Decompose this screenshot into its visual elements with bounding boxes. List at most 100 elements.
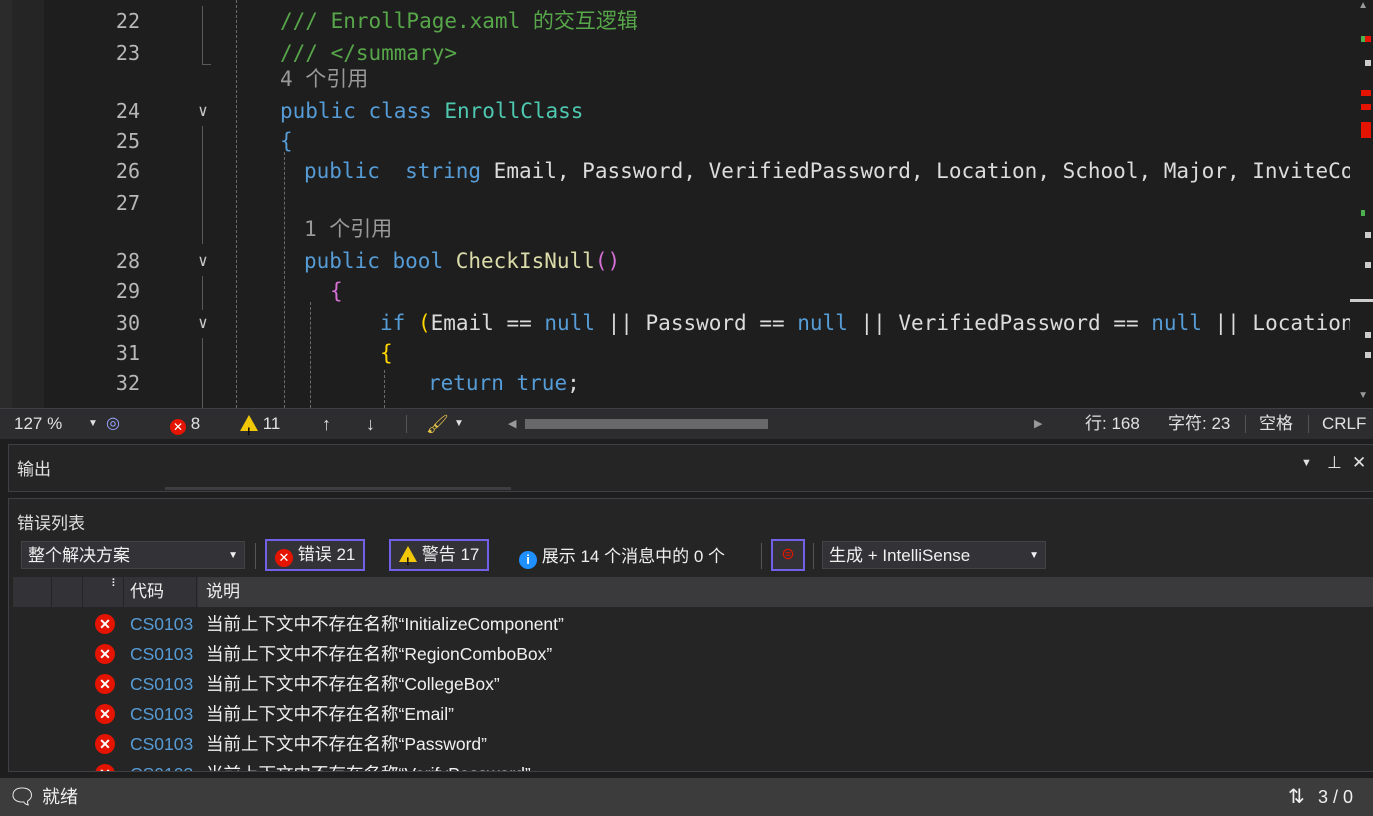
error-description: 当前上下文中不存在名称“CollegeBox”	[206, 674, 500, 694]
divider	[1308, 415, 1309, 433]
code-text[interactable]: if (Email == null || Password == null ||…	[380, 308, 1373, 338]
next-issue-icon[interactable]: ↓	[366, 409, 375, 439]
source-control-counter[interactable]: 3 / 0	[1318, 778, 1353, 816]
close-icon[interactable]: ✕	[1352, 453, 1366, 473]
line-position[interactable]: 行: 168	[1085, 409, 1140, 439]
notification-icon[interactable]: 🗨	[8, 778, 36, 816]
zoom-level: 127 %	[14, 414, 63, 433]
code-line[interactable]: 24 ∨ public class EnrollClass	[0, 96, 1350, 126]
code-text[interactable]: {	[330, 276, 343, 306]
scroll-marker	[1365, 232, 1371, 238]
scroll-right-icon[interactable]: ▶	[1034, 409, 1042, 439]
warning-icon: !	[240, 415, 258, 438]
error-code-link[interactable]: CS0103	[130, 729, 193, 759]
code-token: public	[280, 99, 369, 123]
code-line[interactable]: 26 public string Email, Password, Verifie…	[0, 156, 1373, 186]
pin-icon[interactable]: ⊥	[1327, 453, 1342, 473]
error-description: 当前上下文中不存在名称“VerifyPassword”	[206, 759, 531, 771]
code-text[interactable]: return true;	[428, 368, 580, 398]
horizontal-scrollbar[interactable]	[525, 417, 1030, 431]
code-token: ()	[594, 249, 621, 273]
code-text[interactable]: {	[280, 126, 293, 156]
code-token: Email ==	[430, 311, 545, 335]
error-icon: ✕	[95, 734, 115, 754]
line-number: 30	[115, 311, 140, 335]
fold-chevron-icon[interactable]: ∨	[190, 308, 216, 338]
health-icon[interactable]: ◎	[106, 409, 120, 439]
error-code-link[interactable]: CS0103	[130, 609, 193, 639]
messages-filter-label: 展示 14 个消息中的 0 个	[541, 547, 725, 566]
error-row[interactable]: ✕ CS0103 当前上下文中不存在名称“Password”	[13, 729, 1373, 759]
column-header-code[interactable]: 代码	[125, 577, 197, 607]
column-header-select[interactable]	[13, 577, 52, 607]
scroll-marker	[1361, 122, 1371, 138]
error-row[interactable]: ✕ CS0103 当前上下文中不存在名称“CollegeBox”	[13, 669, 1373, 699]
code-text[interactable]: /// EnrollPage.xaml 的交互逻辑	[280, 6, 638, 36]
errors-filter-button[interactable]: ✕ 错误 21	[265, 539, 366, 571]
error-code-link[interactable]: CS0103	[130, 759, 193, 771]
fold-chevron-icon[interactable]: ∨	[190, 96, 216, 126]
column-header-severity[interactable]: ⠇	[83, 577, 124, 607]
vertical-scrollbar[interactable]: ▲ ▼	[1350, 0, 1373, 408]
code-token: return	[428, 371, 517, 395]
error-row[interactable]: ✕ CS0103 当前上下文中不存在名称“VerifyPassword”	[13, 759, 1373, 771]
code-text[interactable]: 4 个引用	[280, 64, 368, 94]
build-source-dropdown[interactable]: 生成 + IntelliSense ▼	[822, 541, 1046, 569]
code-text[interactable]: public bool CheckIsNull()	[304, 246, 620, 276]
code-line[interactable]: 31 {	[0, 338, 1350, 368]
column-code-label: 代码	[130, 582, 164, 601]
error-count[interactable]: ✕ 8	[170, 409, 200, 439]
code-line[interactable]: 28 ∨ public bool CheckIsNull()	[0, 246, 1350, 276]
messages-filter-button[interactable]: i 展示 14 个消息中的 0 个	[519, 543, 725, 571]
code-text[interactable]: public class EnrollClass	[280, 96, 583, 126]
filter-icon[interactable]: ⊜	[771, 539, 805, 571]
code-line[interactable]: 29 {	[0, 276, 1350, 306]
code-text[interactable]: 1 个引用	[304, 214, 392, 244]
error-row[interactable]: ✕ CS0103 当前上下文中不存在名称“Email”	[13, 699, 1373, 729]
scroll-up-icon[interactable]: ▲	[1358, 0, 1368, 11]
code-editor[interactable]: 22/// EnrollPage.xaml 的交互逻辑 23/// </summa…	[0, 0, 1373, 408]
codelens-reference[interactable]: 1 个引用	[304, 217, 392, 241]
horizontal-scroll-thumb[interactable]	[525, 419, 768, 429]
fold-chevron-icon[interactable]: ∨	[190, 246, 216, 276]
warning-count-label: 11	[262, 414, 281, 433]
codelens-reference[interactable]: 4 个引用	[280, 67, 368, 91]
error-code-link[interactable]: CS0103	[130, 699, 193, 729]
column-header-description[interactable]: 说明	[198, 577, 1373, 607]
error-row[interactable]: ✕ CS0103 当前上下文中不存在名称“InitializeComponent”	[13, 609, 1373, 639]
error-code-link[interactable]: CS0103	[130, 669, 193, 699]
code-line[interactable]: 4 个引用	[0, 64, 1350, 94]
code-token: ;	[567, 371, 580, 395]
scroll-down-icon[interactable]: ▼	[1358, 390, 1368, 401]
char-position[interactable]: 字符: 23	[1168, 409, 1230, 439]
error-list-panel: 错误列表 整个解决方案 ▼ ✕ 错误 21 ! 警告 17 i 展示 14 个消…	[8, 498, 1373, 772]
line-ending[interactable]: CRLF	[1322, 409, 1366, 439]
scroll-marker	[1365, 332, 1371, 338]
whitespace-mode[interactable]: 空格	[1259, 409, 1293, 439]
scope-dropdown[interactable]: 整个解决方案 ▼	[21, 541, 245, 569]
error-code-link[interactable]: CS0103	[130, 639, 193, 669]
warning-count[interactable]: ! 11	[240, 409, 280, 439]
divider	[406, 415, 407, 433]
source-control-icon[interactable]: ⇅	[1288, 778, 1305, 816]
code-token: CheckIsNull	[455, 249, 595, 273]
previous-issue-icon[interactable]: ↑	[322, 409, 331, 439]
scroll-marker	[1361, 210, 1365, 216]
panel-menu-icon[interactable]: ▼	[1301, 457, 1312, 469]
code-text[interactable]: public string Email, Password, VerifiedP…	[304, 156, 1373, 186]
output-panel: 输出 ▼ ⊥ ✕	[8, 444, 1373, 492]
code-line[interactable]: 32 return true;	[0, 368, 1350, 398]
code-cleanup-icon[interactable]: 🖌	[426, 409, 449, 439]
zoom-dropdown[interactable]: 127 % ▼	[14, 409, 100, 439]
code-line[interactable]: 30 ∨ if (Email == null || Password == null…	[0, 308, 1373, 338]
divider	[813, 543, 814, 569]
chevron-down-icon[interactable]: ▼	[454, 409, 464, 439]
code-line[interactable]: 1 个引用	[0, 214, 1350, 244]
code-line[interactable]: 25 {	[0, 126, 1350, 156]
column-header-state[interactable]	[52, 577, 83, 607]
code-text[interactable]: {	[380, 338, 393, 368]
code-line[interactable]: 22 /// EnrollPage.xaml 的交互逻辑	[0, 6, 1350, 36]
warnings-filter-button[interactable]: ! 警告 17	[389, 539, 490, 571]
scroll-left-icon[interactable]: ◀	[508, 409, 516, 439]
error-row[interactable]: ✕ CS0103 当前上下文中不存在名称“RegionComboBox”	[13, 639, 1373, 669]
